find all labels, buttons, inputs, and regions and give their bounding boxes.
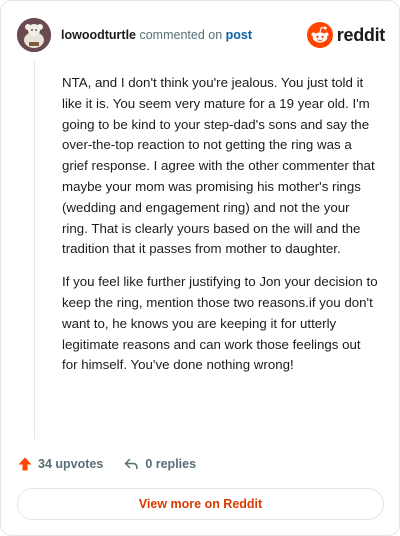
replies-button[interactable]: 0 replies	[123, 456, 196, 472]
avatar[interactable]	[17, 18, 51, 52]
byline: lowoodturtle commented on post	[61, 28, 252, 42]
comment-paragraph: If you feel like further justifying to J…	[62, 274, 378, 373]
username[interactable]: lowoodturtle	[61, 28, 136, 42]
upvote-arrow-icon	[17, 456, 38, 472]
reddit-logo-icon	[306, 22, 333, 48]
upvote-button[interactable]: 34 upvotes	[17, 456, 103, 472]
comment-header: lowoodturtle commented on post reddit	[17, 17, 385, 53]
reply-count: 0 replies	[145, 457, 197, 471]
comment-footer: 34 upvotes 0 replies	[17, 453, 196, 475]
view-more-button[interactable]: View more on Reddit	[17, 488, 384, 520]
comment-body: NTA, and I don't think you're jealous. Y…	[62, 73, 378, 376]
post-link[interactable]: post	[226, 28, 252, 42]
comment-embed-card: lowoodturtle commented on post reddit NT…	[0, 0, 400, 536]
reddit-brand[interactable]: reddit	[306, 22, 386, 48]
thread-line	[34, 61, 35, 439]
comment-paragraph: NTA, and I don't think you're jealous. Y…	[62, 75, 375, 257]
upvote-count: 34 upvotes	[38, 457, 104, 471]
action-text: commented on	[139, 28, 223, 42]
reddit-wordmark: reddit	[336, 24, 386, 45]
reply-icon	[123, 456, 145, 472]
